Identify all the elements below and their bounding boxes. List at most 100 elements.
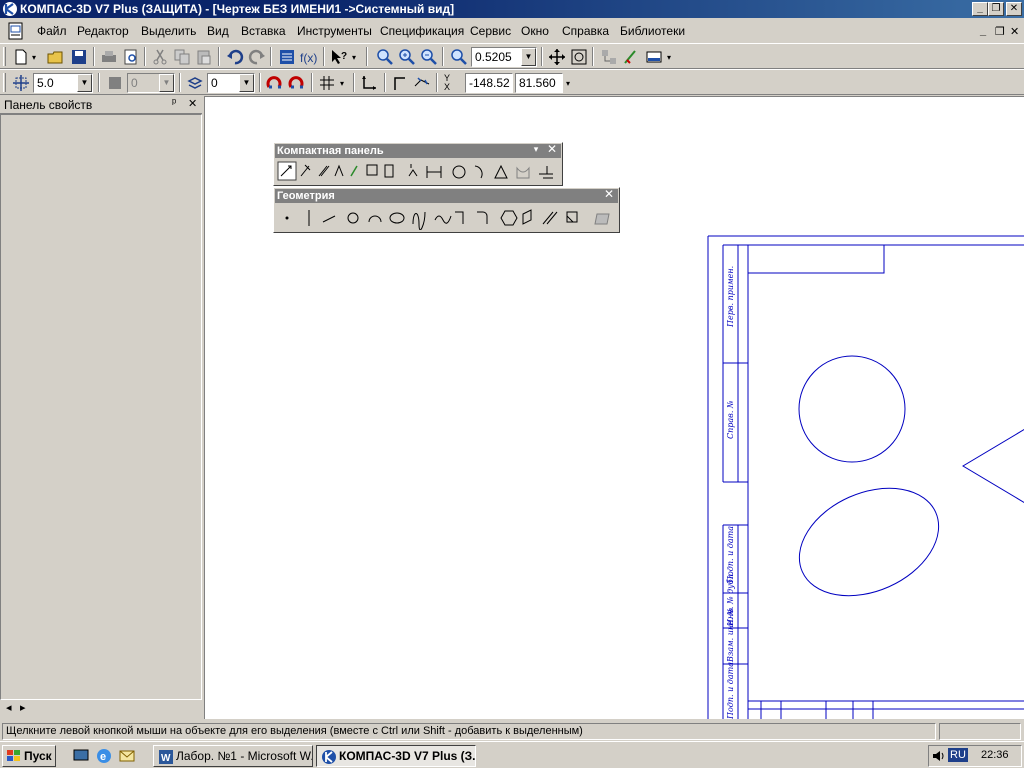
document-icon[interactable] [8, 22, 24, 40]
menu-libraries[interactable]: Библиотеки [620, 24, 685, 38]
paste-icon[interactable] [195, 48, 213, 66]
task-kompas[interactable]: КОМПАС-3D V7 Plus (З... [316, 745, 476, 767]
coord-y-field[interactable]: 81.560 [515, 73, 563, 93]
copy-icon[interactable] [173, 48, 191, 66]
measure-tool-icon[interactable] [366, 164, 378, 176]
show-all-icon[interactable] [570, 48, 588, 66]
layer-combo[interactable]: 0 ▼ [207, 73, 255, 93]
dimension-arc-icon[interactable] [516, 166, 530, 179]
menu-help[interactable]: Справка [562, 24, 609, 38]
print-preview-icon[interactable] [122, 48, 140, 66]
coord-dropdown-icon[interactable]: ▾ [566, 79, 570, 88]
parametric-icon[interactable] [413, 74, 431, 92]
chamfer-tool-icon[interactable] [455, 211, 464, 224]
property-panel-close-icon[interactable]: ✕ [188, 97, 197, 110]
local-cs-icon[interactable] [360, 74, 378, 92]
menu-specification[interactable]: Спецификация [380, 24, 464, 38]
show-desktop-icon[interactable] [72, 747, 90, 765]
designation-tool-icon[interactable] [318, 165, 330, 177]
print-icon[interactable] [100, 48, 118, 66]
undo-icon[interactable] [226, 48, 244, 66]
dimension-height-icon[interactable] [539, 166, 553, 179]
current-view-icon[interactable] [106, 74, 124, 92]
polygon-tool-icon[interactable] [500, 210, 518, 226]
variables-icon[interactable] [278, 48, 296, 66]
snap-local-icon[interactable] [266, 74, 284, 92]
zoom-dropdown-icon[interactable]: ▼ [521, 48, 536, 66]
menu-view[interactable]: Вид [207, 24, 229, 38]
parametrization-tool-icon[interactable] [350, 165, 358, 177]
doc-restore-button[interactable]: ❐ [995, 25, 1005, 38]
dimension-angle-icon[interactable] [494, 164, 508, 179]
point-tool-icon[interactable] [285, 216, 289, 220]
new-document-icon[interactable] [12, 48, 30, 66]
coord-x-field[interactable]: -148.52 [465, 73, 513, 93]
start-button[interactable]: Пуск [2, 745, 56, 767]
ortho-icon[interactable] [391, 74, 409, 92]
doc-close-button[interactable]: ✕ [1010, 25, 1019, 38]
view-dropdown-icon[interactable]: ▼ [159, 74, 174, 92]
equidistant-tool-icon[interactable] [542, 211, 558, 225]
view-combo[interactable]: 0 ▼ [127, 73, 175, 93]
ellipse-tool-icon[interactable] [389, 212, 405, 224]
menu-service[interactable]: Сервис [470, 24, 511, 38]
context-help-icon[interactable]: ? [330, 48, 348, 66]
maximize-button[interactable]: ❐ [988, 2, 1004, 16]
menu-tools[interactable]: Инструменты [297, 24, 372, 38]
segment-tool-icon[interactable] [322, 215, 336, 223]
new-dropdown-icon[interactable]: ▾ [32, 53, 36, 62]
step-combo[interactable]: 5.0 ▼ [33, 73, 93, 93]
close-button[interactable]: ✕ [1006, 2, 1022, 16]
cursor-step-icon[interactable] [12, 74, 30, 92]
internet-explorer-icon[interactable]: e [95, 747, 113, 765]
nurbs-tool-icon[interactable] [434, 215, 452, 224]
volume-icon[interactable] [932, 749, 946, 763]
menu-window[interactable]: Окно [521, 24, 549, 38]
hatch-tool-icon[interactable] [566, 211, 578, 223]
clock[interactable]: 22:36 [981, 749, 1009, 761]
manager-icon[interactable] [645, 48, 663, 66]
minimize-button[interactable]: _ [972, 2, 988, 16]
geometry-panel-titlebar[interactable]: Геометрия [275, 189, 618, 203]
compact-panel-close-icon[interactable]: ✕ [546, 143, 558, 156]
circle-tool-icon[interactable] [347, 212, 359, 224]
menu-select[interactable]: Выделить [141, 24, 196, 38]
layer-icon[interactable] [186, 74, 204, 92]
redo-icon[interactable] [248, 48, 266, 66]
fillet-tool-icon[interactable] [477, 211, 488, 224]
pan-icon[interactable] [548, 48, 566, 66]
pin-icon[interactable]: ᵖ [172, 97, 176, 109]
doc-minimize-button[interactable]: _ [980, 25, 986, 37]
task-word[interactable]: W Лабор. №1 - Microsoft W... [153, 745, 313, 767]
menu-insert[interactable]: Вставка [241, 24, 286, 38]
cut-icon[interactable] [151, 48, 169, 66]
zoom-out-icon[interactable] [420, 48, 438, 66]
select-tool-icon[interactable] [384, 164, 394, 178]
scroll-right-icon[interactable]: ▸ [20, 701, 26, 714]
dimension-linear-icon[interactable] [408, 164, 418, 177]
outlook-express-icon[interactable] [118, 747, 136, 765]
language-indicator[interactable]: RU [948, 748, 968, 762]
step-dropdown-icon[interactable]: ▼ [77, 74, 92, 92]
zoom-in-icon[interactable] [398, 48, 416, 66]
manager-dropdown-icon[interactable]: ▾ [667, 53, 671, 62]
zoom-scale-icon[interactable] [450, 48, 468, 66]
save-icon[interactable] [70, 48, 88, 66]
dimension-horizontal-icon[interactable] [426, 166, 442, 178]
collection-tool-icon[interactable] [522, 209, 532, 225]
spline-tool-icon[interactable] [412, 211, 426, 230]
dimensions-tool-icon[interactable] [300, 164, 311, 177]
menu-edit[interactable]: Редактор [77, 24, 129, 38]
compact-panel-titlebar[interactable]: Компактная панель [275, 144, 561, 158]
function-button[interactable]: f(x) [300, 51, 317, 65]
open-folder-icon[interactable] [46, 48, 64, 66]
design-icon[interactable] [622, 48, 640, 66]
snap-global-icon[interactable] [288, 74, 306, 92]
arc-tool-icon[interactable] [368, 215, 382, 223]
scroll-left-icon[interactable]: ◂ [6, 701, 12, 714]
grid-dropdown-icon[interactable]: ▾ [340, 79, 344, 88]
zoom-window-icon[interactable] [376, 48, 394, 66]
macro-tool-icon[interactable] [594, 213, 610, 225]
dimension-diameter-icon[interactable] [452, 165, 466, 179]
edit-tool-icon[interactable] [334, 164, 344, 177]
